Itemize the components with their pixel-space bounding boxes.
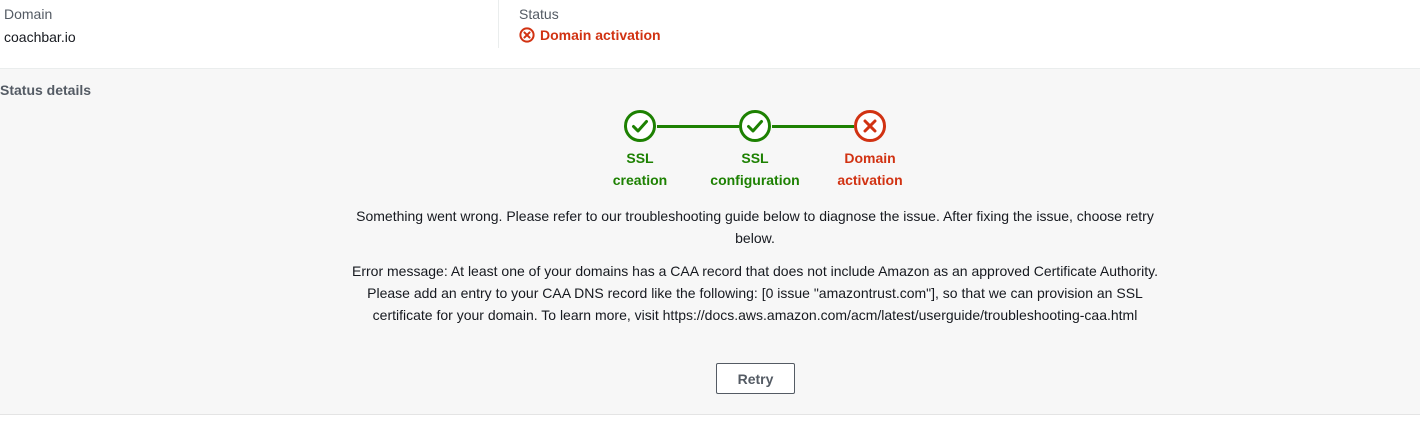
error-message: Error message: At least one of your doma… bbox=[352, 263, 1158, 323]
status-label: Status bbox=[519, 6, 559, 22]
domain-summary: Domain coachbar.io Status Domain activat… bbox=[0, 0, 1420, 69]
progress-stepper: SSL creation SSL configuration Domain ac… bbox=[0, 109, 1420, 199]
domain-column: Domain coachbar.io bbox=[4, 0, 498, 50]
status-details-title: Status details bbox=[0, 82, 92, 98]
step-label-ssl-creation: SSL creation bbox=[612, 150, 668, 188]
troubleshooting-message: Something went wrong. Please refer to ou… bbox=[356, 208, 1154, 246]
step-connector bbox=[657, 125, 739, 128]
retry-button[interactable]: Retry bbox=[716, 363, 795, 394]
error-circle-icon bbox=[519, 27, 535, 43]
status-details-panel: Status details SSL creation SSL configur… bbox=[0, 69, 1420, 415]
column-divider bbox=[498, 0, 499, 48]
status-value: Domain activation bbox=[519, 27, 661, 43]
domain-value: coachbar.io bbox=[4, 29, 76, 45]
status-column: Status Domain activation bbox=[519, 0, 1119, 50]
step-connector bbox=[772, 125, 854, 128]
step-label-domain-activation: Domain activation bbox=[837, 150, 903, 188]
status-text: Domain activation bbox=[540, 27, 661, 43]
check-circle-icon bbox=[738, 109, 772, 143]
step-label-ssl-configuration: SSL configuration bbox=[710, 150, 800, 188]
error-circle-icon bbox=[853, 109, 887, 143]
check-circle-icon bbox=[623, 109, 657, 143]
domain-label: Domain bbox=[4, 6, 53, 22]
